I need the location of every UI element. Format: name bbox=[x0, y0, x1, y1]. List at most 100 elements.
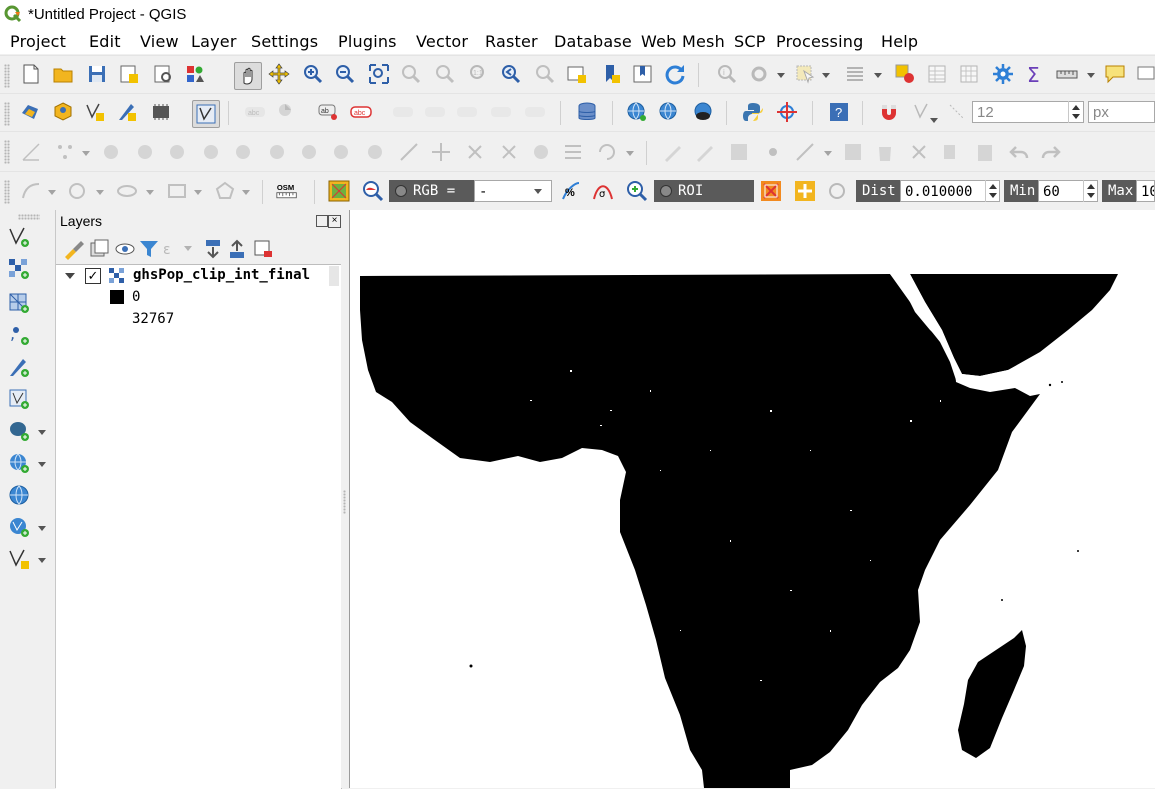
chevron-down-icon[interactable] bbox=[184, 246, 192, 251]
scp-zoom-input-image-icon[interactable] bbox=[362, 180, 384, 202]
chevron-down-icon[interactable] bbox=[146, 190, 154, 195]
menu-scp[interactable]: SCP bbox=[734, 32, 766, 51]
chevron-down-icon[interactable] bbox=[822, 73, 830, 78]
chevron-down-icon[interactable] bbox=[38, 430, 46, 435]
reshape-features-icon[interactable] bbox=[364, 141, 386, 163]
zoom-out-icon[interactable] bbox=[334, 63, 356, 85]
save-project-icon[interactable] bbox=[86, 63, 108, 85]
manage-map-themes-icon[interactable] bbox=[114, 238, 135, 256]
zoom-full-icon[interactable] bbox=[368, 63, 390, 85]
add-raster-layer-icon[interactable] bbox=[8, 258, 30, 280]
add-virtual-layer-icon[interactable] bbox=[8, 388, 30, 410]
add-circle-icon[interactable] bbox=[66, 180, 88, 202]
metasearch-icon[interactable] bbox=[626, 101, 648, 123]
layer-labeling-icon[interactable]: abc bbox=[244, 101, 266, 123]
menu-vector[interactable]: Vector bbox=[416, 32, 468, 51]
deselect-all-icon[interactable] bbox=[894, 63, 916, 85]
menu-web[interactable]: Web bbox=[641, 32, 676, 51]
redo-icon[interactable] bbox=[1040, 141, 1062, 163]
move-label-icon[interactable] bbox=[392, 101, 414, 123]
new-shapefile-layer-icon[interactable] bbox=[84, 101, 106, 123]
new-bookmark-icon[interactable] bbox=[600, 63, 622, 85]
rotate-feature-icon[interactable] bbox=[134, 141, 156, 163]
filter-legend-icon[interactable] bbox=[138, 238, 158, 257]
toolbar-grip[interactable] bbox=[18, 214, 40, 220]
menu-processing[interactable]: Processing bbox=[776, 32, 863, 51]
offset-curve-icon[interactable] bbox=[398, 141, 420, 163]
min-spinner[interactable] bbox=[1083, 180, 1098, 202]
digitize-with-segment-icon[interactable] bbox=[20, 141, 42, 163]
add-point-feature-icon[interactable] bbox=[762, 141, 784, 163]
new-virtual-layer-icon[interactable] bbox=[192, 100, 220, 128]
toolbar-grip[interactable] bbox=[4, 64, 10, 88]
vertex-tool-icon[interactable] bbox=[54, 141, 76, 163]
run-action-icon[interactable] bbox=[748, 63, 770, 85]
current-edits-icon[interactable] bbox=[662, 141, 684, 163]
chevron-down-icon[interactable] bbox=[626, 151, 634, 156]
tolerance-spinner[interactable] bbox=[1068, 101, 1083, 123]
zoom-last-icon[interactable] bbox=[500, 63, 522, 85]
new-geopackage-layer-icon[interactable] bbox=[52, 101, 74, 123]
zoom-to-layer-icon[interactable] bbox=[434, 63, 456, 85]
panel-splitter[interactable] bbox=[341, 210, 349, 788]
chevron-down-icon[interactable] bbox=[824, 151, 832, 156]
chevron-down-icon[interactable] bbox=[96, 190, 104, 195]
quickmapservices-icon[interactable] bbox=[692, 101, 714, 123]
scp-local-cumulative-stretch-icon[interactable]: % bbox=[560, 180, 582, 202]
new-map-view-icon[interactable] bbox=[566, 63, 588, 85]
menu-view[interactable]: View bbox=[140, 32, 179, 51]
data-source-manager-icon[interactable] bbox=[20, 101, 42, 123]
add-ring-icon[interactable] bbox=[200, 141, 222, 163]
add-vector-layer-icon[interactable] bbox=[8, 226, 30, 248]
undo-icon[interactable] bbox=[1008, 141, 1030, 163]
chevron-down-icon[interactable] bbox=[1087, 73, 1095, 78]
toolbar-grip[interactable] bbox=[4, 180, 10, 204]
scp-activate-roi-pointer-icon[interactable] bbox=[794, 180, 816, 202]
add-circular-string-icon[interactable] bbox=[20, 180, 42, 202]
chevron-down-icon[interactable] bbox=[194, 190, 202, 195]
help-contents-icon[interactable]: ? bbox=[828, 101, 850, 123]
chevron-down-icon[interactable] bbox=[38, 558, 46, 563]
toggle-editing-icon[interactable] bbox=[694, 141, 716, 163]
add-group-icon[interactable] bbox=[88, 238, 109, 257]
field-calculator-icon[interactable] bbox=[958, 63, 980, 85]
snapping-magnet-icon[interactable] bbox=[878, 101, 900, 123]
menu-settings[interactable]: Settings bbox=[251, 32, 318, 51]
cut-features-icon[interactable] bbox=[908, 141, 930, 163]
new-spatialite-layer-icon[interactable] bbox=[116, 101, 138, 123]
new-project-icon[interactable] bbox=[20, 63, 42, 85]
add-rectangle-icon[interactable] bbox=[166, 180, 188, 202]
rotate-label-icon[interactable] bbox=[456, 101, 478, 123]
highlight-pinned-labels-icon[interactable]: abc bbox=[350, 101, 372, 123]
chevron-down-icon[interactable] bbox=[48, 190, 56, 195]
toolbar-grip[interactable] bbox=[4, 102, 10, 126]
chevron-down-icon[interactable] bbox=[38, 462, 46, 467]
layout-manager-icon[interactable] bbox=[152, 63, 174, 85]
refresh-icon[interactable] bbox=[664, 63, 686, 85]
statistical-summary-icon[interactable]: Σ bbox=[1024, 63, 1046, 85]
zoom-native-resolution-icon[interactable]: 1:1 bbox=[468, 63, 490, 85]
split-features-icon[interactable] bbox=[464, 141, 486, 163]
label-properties-icon[interactable] bbox=[524, 101, 546, 123]
collapse-arrow-icon[interactable] bbox=[65, 273, 75, 279]
menu-plugins[interactable]: Plugins bbox=[338, 32, 397, 51]
metasearch-results-icon[interactable] bbox=[658, 101, 680, 123]
merge-attributes-icon[interactable] bbox=[562, 141, 584, 163]
reverse-line-icon[interactable] bbox=[430, 141, 452, 163]
python-console-icon[interactable] bbox=[742, 101, 764, 123]
chevron-down-icon[interactable] bbox=[38, 526, 46, 531]
map-canvas[interactable] bbox=[349, 210, 1155, 788]
paste-features-icon[interactable] bbox=[974, 141, 996, 163]
show-hide-labels-icon[interactable] bbox=[424, 101, 446, 123]
fill-ring-icon[interactable] bbox=[266, 141, 288, 163]
add-wms-layer-icon[interactable] bbox=[8, 452, 30, 474]
menu-help[interactable]: Help bbox=[881, 32, 918, 51]
processing-toolbox-icon[interactable] bbox=[992, 63, 1014, 85]
menu-mesh[interactable]: Mesh bbox=[682, 32, 725, 51]
toolbar-grip[interactable] bbox=[4, 140, 10, 164]
add-delimited-text-layer-icon[interactable]: , bbox=[8, 324, 30, 346]
zoom-next-icon[interactable] bbox=[534, 63, 556, 85]
layer-name[interactable]: ghsPop_clip_int_final bbox=[133, 267, 310, 283]
menu-raster[interactable]: Raster bbox=[485, 32, 538, 51]
delete-selected-icon[interactable] bbox=[874, 141, 896, 163]
